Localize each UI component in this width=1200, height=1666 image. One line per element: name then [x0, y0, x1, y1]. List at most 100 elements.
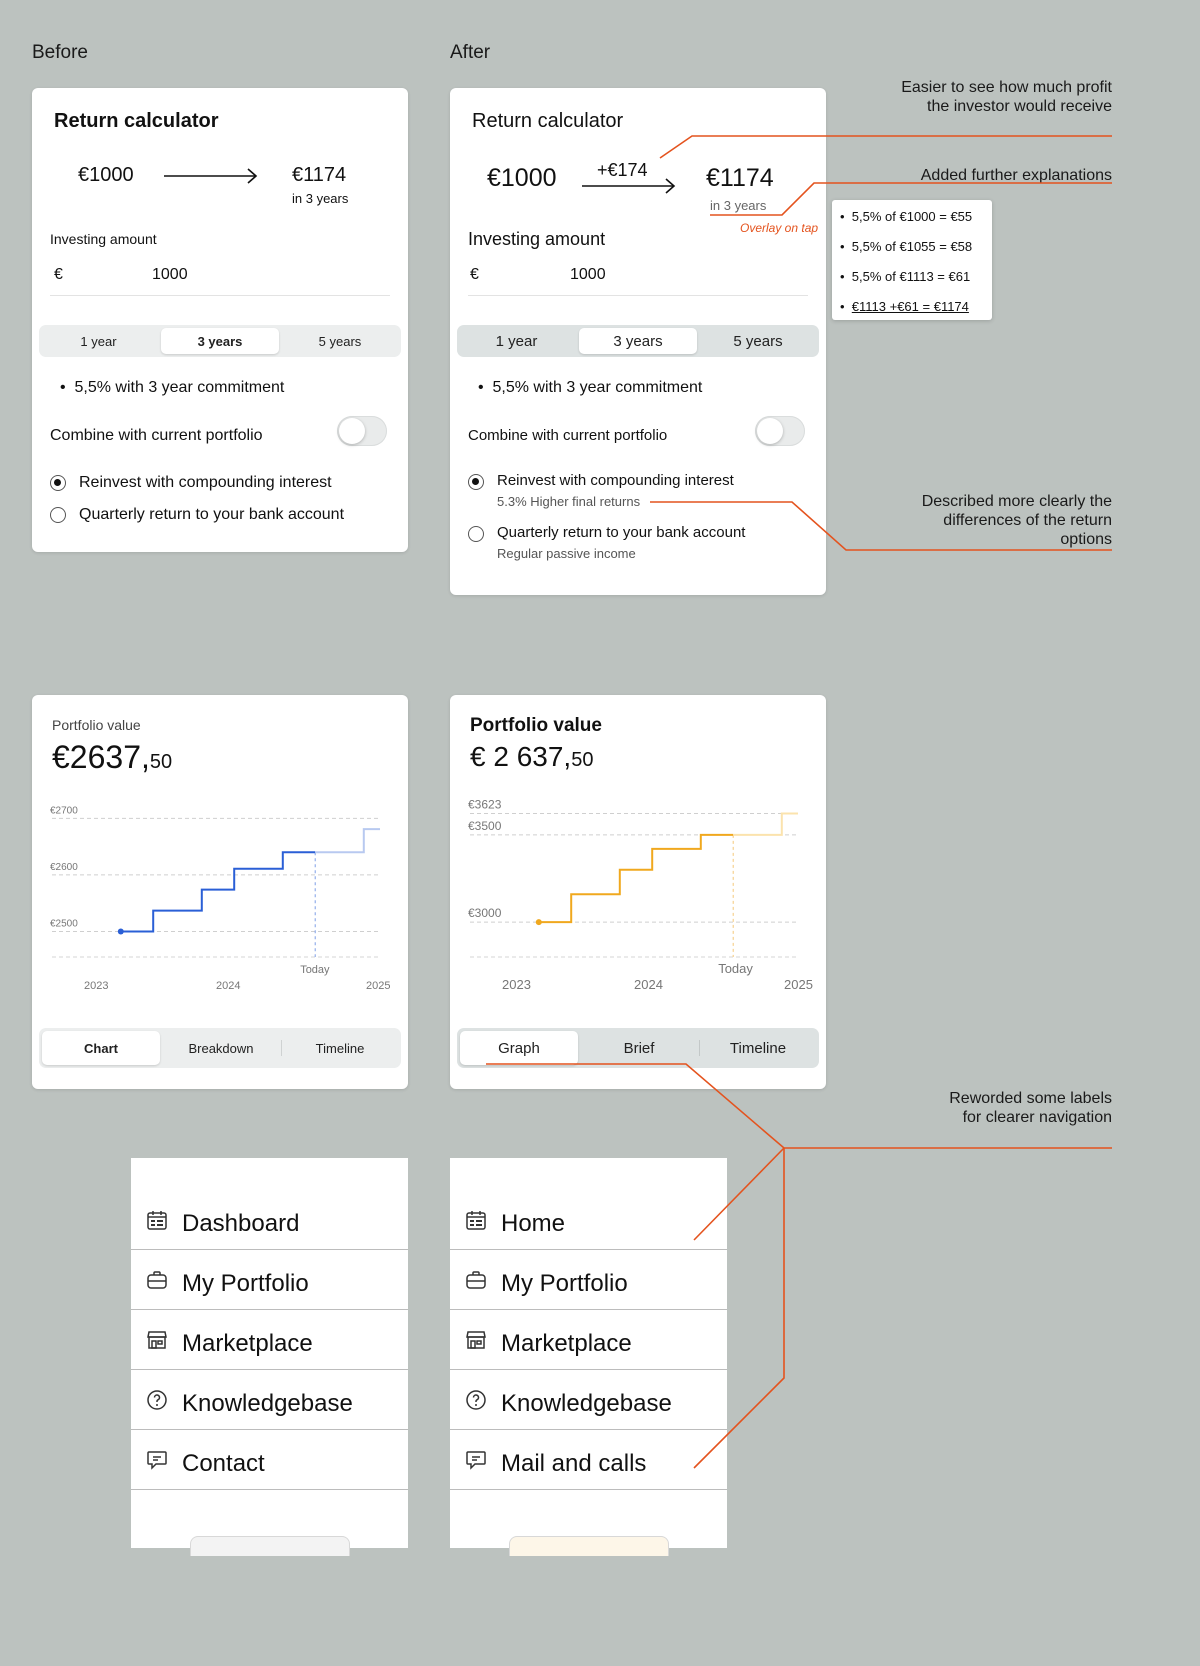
y-tick-label: €3623: [468, 797, 502, 811]
combine-toggle[interactable]: [755, 416, 805, 446]
portfolio-value: € 2 637,50: [470, 741, 593, 773]
tab-chart[interactable]: Chart: [42, 1031, 160, 1065]
series-line-projected: [315, 828, 380, 854]
portfolio-tabs: Graph Brief Timeline: [457, 1028, 819, 1068]
investing-amount-label: Investing amount: [468, 229, 606, 249]
period-text: in 3 years: [292, 191, 349, 206]
bottom-button[interactable]: [190, 1536, 350, 1556]
reinvest-radio[interactable]: [468, 474, 484, 490]
reinvest-radio[interactable]: [50, 475, 66, 491]
nav-item-knowledgebase[interactable]: Knowledgebase: [131, 1370, 408, 1430]
period-1-year[interactable]: 1 year: [460, 328, 573, 354]
nav-item-marketplace[interactable]: Marketplace: [450, 1310, 727, 1370]
x-tick-label: 2025: [784, 977, 813, 992]
breakdown-item: • 5,5% of €1000 = €55: [840, 209, 973, 224]
period-3-years[interactable]: 3 years: [579, 328, 697, 354]
nav-menu-before: Dashboard My Portfolio Marketplace Knowl…: [131, 1158, 408, 1556]
input-underline: [50, 295, 390, 296]
nav-item-knowledgebase[interactable]: Knowledgebase: [450, 1370, 727, 1430]
overlay-note: Overlay on tap: [740, 221, 819, 235]
nav-menu-after: Home My Portfolio Marketplace Knowledgeb…: [450, 1158, 727, 1556]
quarterly-label: Quarterly return to your bank account: [79, 506, 345, 523]
nav-label: Knowledgebase: [501, 1390, 672, 1417]
rate-bullet: • 5,5% with 3 year commitment: [478, 379, 703, 396]
investing-amount-input[interactable]: 1000: [570, 266, 606, 284]
portfolio-value-label: Portfolio value: [52, 717, 141, 733]
after-label: After: [450, 42, 491, 63]
y-tick-label: €2500: [50, 919, 78, 930]
toggle-knob: [757, 418, 783, 444]
input-underline: [468, 295, 808, 296]
combine-label: Combine with current portfolio: [50, 427, 263, 444]
breakdown-overlay: • 5,5% of €1000 = €55 • 5,5% of €1055 = …: [832, 200, 992, 320]
today-label: Today: [300, 964, 330, 976]
series-start-point: [535, 919, 542, 926]
x-tick-label: 2025: [366, 980, 390, 992]
annotation-return-options: Described more clearly the differences o…: [921, 493, 1112, 548]
tab-graph[interactable]: Graph: [460, 1031, 578, 1065]
start-amount: €1000: [487, 164, 557, 192]
quarterly-radio[interactable]: [50, 507, 66, 523]
annotation-explanations: Added further explanations: [920, 167, 1112, 184]
calendar-icon: [147, 1211, 167, 1230]
return-calculator-after: Return calculator €1000 +€174 €1174 in 3…: [450, 88, 826, 595]
tab-breakdown[interactable]: Breakdown: [162, 1031, 280, 1065]
portfolio-tabs: Chart Breakdown Timeline: [39, 1028, 401, 1068]
store-icon: [466, 1331, 486, 1349]
nav-label: Home: [501, 1210, 566, 1237]
period-selector: 1 year 3 years 5 years: [39, 325, 401, 357]
period-5-years[interactable]: 5 years: [701, 328, 815, 354]
nav-item-my-portfolio[interactable]: My Portfolio: [450, 1250, 727, 1310]
calculator-title: Return calculator: [54, 110, 219, 132]
portfolio-card-after: Portfolio value € 2 637,50 €3623 €3500 €30…: [450, 695, 826, 1089]
x-tick-label: 2024: [634, 977, 663, 992]
nav-item-mail-and-calls[interactable]: Mail and calls: [450, 1430, 727, 1490]
calculator-title: Return calculator: [472, 110, 624, 132]
quarterly-radio[interactable]: [468, 526, 484, 542]
period-1-year[interactable]: 1 year: [42, 328, 155, 354]
period-3-years[interactable]: 3 years: [161, 328, 279, 354]
portfolio-value-main: €2637,: [52, 739, 150, 775]
series-line-actual: [538, 833, 734, 924]
bottom-button[interactable]: [509, 1536, 669, 1556]
series-line-projected: [733, 812, 798, 836]
nav-item-my-portfolio[interactable]: My Portfolio: [131, 1250, 408, 1310]
nav-label: Knowledgebase: [182, 1390, 353, 1417]
return-calculator-before: Return calculator €1000 €1174 in 3 years…: [32, 88, 408, 552]
portfolio-chart: €2700 €2600 €2500 Today 2023 2024 2025: [50, 805, 390, 992]
tab-timeline[interactable]: Timeline: [282, 1031, 398, 1065]
briefcase-icon: [466, 1271, 486, 1289]
tab-brief[interactable]: Brief: [580, 1031, 698, 1065]
investing-amount-input[interactable]: 1000: [152, 266, 188, 284]
y-tick-label: €3500: [468, 819, 502, 833]
combine-toggle[interactable]: [337, 416, 387, 446]
nav-label: Marketplace: [501, 1330, 632, 1357]
chat-icon: [147, 1451, 167, 1470]
nav-item-dashboard[interactable]: Dashboard: [131, 1190, 408, 1250]
help-circle-icon: [466, 1390, 486, 1410]
toggle-knob: [339, 418, 365, 444]
annotation-profit: Easier to see how much profit the invest…: [901, 79, 1112, 115]
before-label: Before: [32, 42, 88, 63]
period-5-years[interactable]: 5 years: [283, 328, 397, 354]
reinvest-label: Reinvest with compounding interest: [79, 474, 332, 491]
calendar-icon: [466, 1211, 486, 1230]
breakdown-total: • €1113 +€61 = €1174: [840, 299, 969, 314]
series-start-point: [117, 928, 124, 935]
reinvest-sublabel: 5.3% Higher final returns: [497, 494, 641, 509]
y-tick-label: €3000: [468, 906, 502, 920]
x-tick-label: 2023: [84, 980, 108, 992]
currency-symbol: €: [470, 266, 479, 283]
nav-item-contact[interactable]: Contact: [131, 1430, 408, 1490]
nav-label: My Portfolio: [182, 1270, 309, 1297]
y-tick-label: €2700: [50, 805, 78, 816]
chat-icon: [466, 1451, 486, 1470]
nav-item-home[interactable]: Home: [450, 1190, 727, 1250]
nav-item-marketplace[interactable]: Marketplace: [131, 1310, 408, 1370]
rate-text: 5,5% with 3 year commitment: [492, 379, 703, 396]
portfolio-value-cents: 50: [149, 751, 173, 773]
series-line-actual: [120, 851, 316, 933]
today-label: Today: [718, 961, 753, 976]
tab-timeline[interactable]: Timeline: [700, 1031, 816, 1065]
nav-label: Marketplace: [182, 1330, 313, 1357]
